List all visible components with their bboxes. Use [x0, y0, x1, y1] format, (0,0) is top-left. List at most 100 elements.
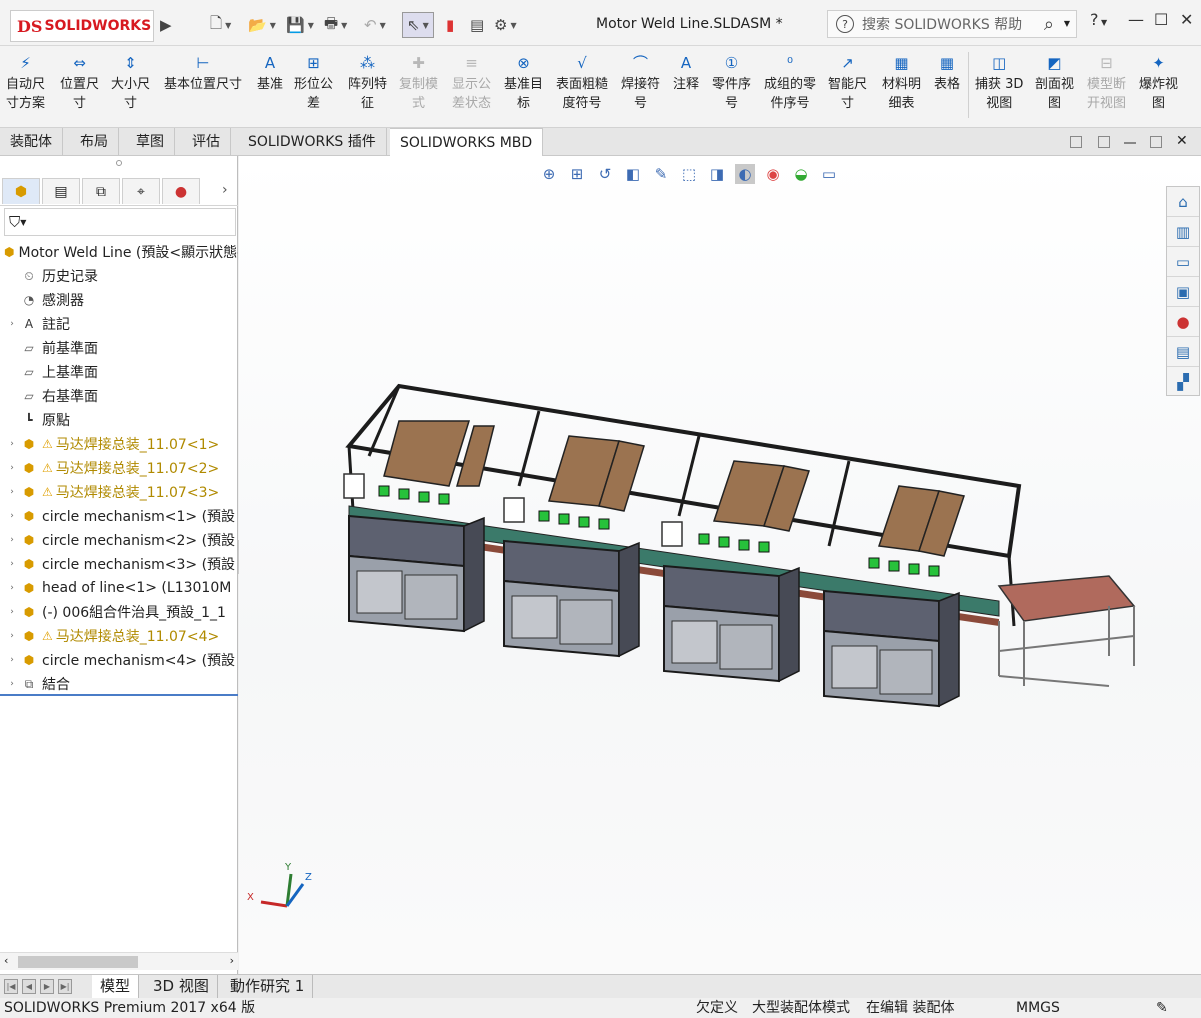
expand-chevron-icon[interactable]: ›	[4, 679, 20, 689]
graphics-area[interactable]: ⊕ ⊞ ↺ ◧ ✎ ⬚ ◨ ◐ ◉ ◒ ▭ X Y Z ⌂ ▥ ▭ ▣ ● ▤ …	[239, 156, 1201, 974]
tree-node[interactable]: ▱ 前基準面	[0, 336, 238, 360]
undo-button[interactable]: ↶ ▼	[364, 12, 386, 38]
appearances-scenes-icon[interactable]: ●	[1167, 307, 1199, 337]
scroll-thumb[interactable]	[18, 956, 138, 968]
section-view-button[interactable]: ◩ 剖面视图	[1035, 52, 1074, 113]
tree-node[interactable]: › ⬢ circle mechanism<3> (預設	[0, 552, 238, 576]
assembly-model-render[interactable]	[239, 156, 1201, 974]
geometric-tolerance-button[interactable]: ⊞ 形位公差	[294, 52, 333, 113]
tree-node[interactable]: ▱ 上基準面	[0, 360, 238, 384]
tab-3d-view[interactable]: 3D 视图	[145, 975, 218, 999]
tab-solidworks-mbd[interactable]: SOLIDWORKS MBD	[390, 128, 544, 156]
open-button[interactable]: 📂 ▼	[248, 12, 276, 38]
tolerance-status-button[interactable]: ≡ 显示公 差状态	[452, 52, 491, 113]
viewport-left-icon[interactable]	[1070, 136, 1082, 148]
expand-chevron-icon[interactable]: ›	[4, 319, 20, 329]
expand-chevron-icon[interactable]: ›	[4, 655, 20, 665]
print-button[interactable]: 🖶 ▼	[324, 12, 347, 38]
tree-filter-input[interactable]: ⛉ ▼	[4, 208, 236, 236]
view-palette-icon[interactable]: ▣	[1167, 277, 1199, 307]
tree-node[interactable]: › ⬢ circle mechanism<2> (預設	[0, 528, 238, 552]
tree-node[interactable]: › ⬢ ⚠ 马达焊接总装_11.07<2>	[0, 456, 238, 480]
scroll-right-icon[interactable]: ›	[230, 954, 234, 967]
expand-chevron-icon[interactable]: ›	[4, 439, 20, 449]
tree-node[interactable]: › ⬢ ⚠ 马达焊接总装_11.07<3>	[0, 480, 238, 504]
tree-node[interactable]: ▱ 右基準面	[0, 384, 238, 408]
solidworks-logo[interactable]: DS SOLIDWORKS	[10, 10, 154, 42]
file-properties-button[interactable]: ▤	[470, 12, 484, 38]
search-icon[interactable]: ⌕	[1044, 14, 1054, 35]
viewport-close-icon[interactable]: ✕	[1176, 133, 1188, 149]
tree-node[interactable]: ⬢Motor Weld Line (預設<顯示狀態-1>)	[0, 240, 238, 264]
tree-node[interactable]: ⏲ 历史记录	[0, 264, 238, 288]
panel-grip-icon[interactable]	[116, 160, 122, 166]
tree-node[interactable]: › ⬢ circle mechanism<4> (預設	[0, 648, 238, 672]
feature-manager-tab[interactable]: ⬢	[2, 178, 40, 204]
size-dimension-button[interactable]: ⇕ 大小尺寸	[111, 52, 150, 113]
next-tab-icon[interactable]: ▶	[40, 979, 54, 994]
capture-3d-view-button[interactable]: ◫ 捕获 3D 视图	[975, 52, 1023, 113]
file-explorer-icon[interactable]: ▭	[1167, 247, 1199, 277]
note-button[interactable]: A 注释	[673, 52, 699, 94]
options-button[interactable]: ⚙ ▼	[494, 12, 517, 38]
viewport-restore-icon[interactable]	[1150, 136, 1162, 148]
configuration-manager-tab[interactable]: ⧉	[82, 178, 120, 204]
pattern-feature-button[interactable]: ⁂ 阵列特征	[348, 52, 387, 113]
minimize-button[interactable]: —	[1128, 10, 1144, 29]
smart-dimension-button[interactable]: ↗ 智能尺寸	[828, 52, 867, 113]
first-tab-icon[interactable]: |◀	[4, 979, 18, 994]
viewport-minimize-icon[interactable]	[1124, 142, 1136, 144]
tabs-more-chevron-icon[interactable]: ›	[222, 182, 228, 198]
tree-node[interactable]: › ⬢ circle mechanism<1> (預設	[0, 504, 238, 528]
tab-assembly[interactable]: 装配体	[0, 128, 63, 156]
display-manager-tab[interactable]: ●	[162, 178, 200, 204]
custom-properties-icon[interactable]: ▤	[1167, 337, 1199, 367]
design-library-icon[interactable]: ▥	[1167, 217, 1199, 247]
tree-node[interactable]: › ⬢ ⚠ 马达焊接总装_11.07<4>	[0, 624, 238, 648]
forum-icon[interactable]: ▞	[1167, 367, 1199, 397]
new-document-button[interactable]: 🗋 ▼	[210, 12, 231, 38]
bom-button[interactable]: ▦ 材料明 细表	[882, 52, 921, 113]
location-dimension-button[interactable]: ⇔ 位置尺寸	[60, 52, 99, 113]
auto-dimension-button[interactable]: ⚡ 自动尺 寸方案	[6, 52, 45, 113]
table-button[interactable]: ▦ 表格	[934, 52, 960, 94]
tab-motion-study[interactable]: 動作研究 1	[222, 975, 314, 999]
scroll-left-icon[interactable]: ‹	[4, 954, 8, 967]
units-system[interactable]: MMGS	[1016, 998, 1060, 1018]
datum-button[interactable]: A 基准	[257, 52, 283, 94]
tree-node[interactable]: › A 註記	[0, 312, 238, 336]
weld-station-cabinet[interactable]	[663, 564, 800, 683]
tree-horizontal-scrollbar[interactable]: ‹ ›	[0, 952, 238, 970]
weld-station-cabinet[interactable]	[348, 514, 485, 633]
tab-sketch[interactable]: 草图	[126, 128, 175, 156]
expand-chevron-icon[interactable]: ›	[4, 535, 20, 545]
tab-model[interactable]: 模型	[92, 975, 140, 999]
basic-location-dimension-button[interactable]: ⊢ 基本位置尺寸	[164, 52, 242, 94]
weld-station-cabinet[interactable]	[503, 539, 640, 658]
expand-chevron-icon[interactable]: ›	[4, 607, 20, 617]
tree-node[interactable]: › ⬢ (-) 006組合件治具_預設_1_1	[0, 600, 238, 624]
rebuild-button[interactable]: ▮	[446, 12, 454, 38]
expand-menu-icon[interactable]: ▶	[160, 12, 172, 38]
help-menu-button[interactable]: ? ▼	[1090, 10, 1107, 29]
weld-station-cabinet[interactable]	[823, 589, 960, 708]
select-button[interactable]: ⇖ ▼	[402, 12, 434, 38]
unload-table[interactable]	[997, 575, 1136, 687]
expand-chevron-icon[interactable]: ›	[4, 487, 20, 497]
datum-target-button[interactable]: ⊗ 基准目标	[504, 52, 543, 113]
last-tab-icon[interactable]: ▶|	[58, 979, 72, 994]
model-break-view-button[interactable]: ⊟ 模型断 开视图	[1087, 52, 1126, 113]
rollback-bar[interactable]	[0, 694, 238, 696]
dimxpert-manager-tab[interactable]: ⌖	[122, 178, 160, 204]
balloon-button[interactable]: ① 零件序号	[712, 52, 751, 113]
surface-finish-button[interactable]: √ 表面粗糙 度符号	[556, 52, 608, 113]
expand-chevron-icon[interactable]: ›	[4, 583, 20, 593]
tab-evaluate[interactable]: 评估	[182, 128, 231, 156]
stacked-balloon-button[interactable]: ⁰ 成组的零 件序号	[764, 52, 816, 113]
property-manager-tab[interactable]: ▤	[42, 178, 80, 204]
help-search-input[interactable]: ? 搜索 SOLIDWORKS 帮助 ⌕ ▼	[827, 10, 1077, 38]
weld-symbol-button[interactable]: ⌒ 焊接符号	[621, 52, 660, 113]
tree-node[interactable]: ┗ 原點	[0, 408, 238, 432]
tree-node[interactable]: ◔ 感測器	[0, 288, 238, 312]
tab-layout[interactable]: 布局	[70, 128, 119, 156]
